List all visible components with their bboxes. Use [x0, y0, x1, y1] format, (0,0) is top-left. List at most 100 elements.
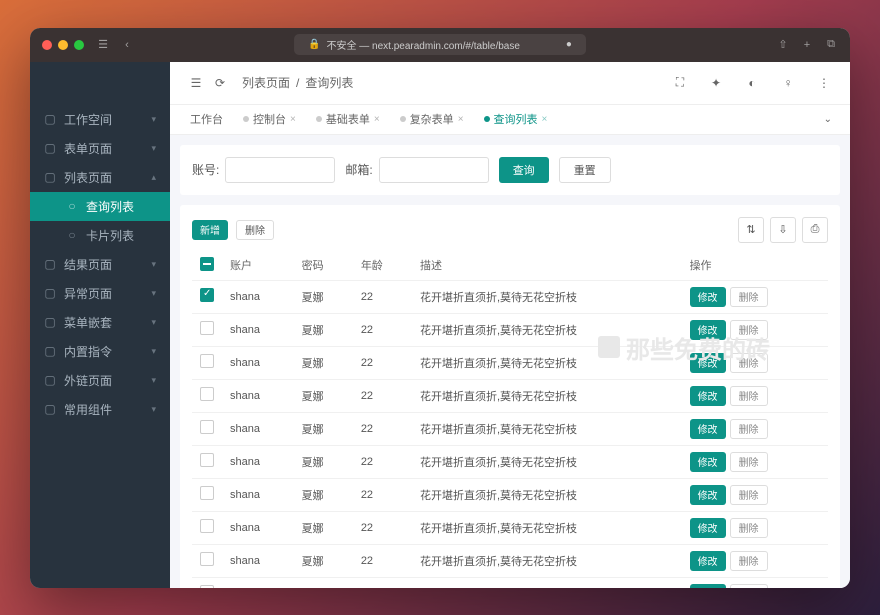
cell-age: 22 — [353, 280, 412, 313]
minimize-window[interactable] — [58, 40, 68, 50]
sidebar-item[interactable]: ▢常用组件▾ — [30, 395, 170, 424]
close-tab-icon[interactable]: × — [290, 114, 296, 125]
row-checkbox[interactable] — [200, 486, 214, 500]
edit-button[interactable]: 修改 — [690, 287, 726, 307]
print-icon[interactable]: ⎙ — [802, 217, 828, 243]
sidebar-item[interactable]: ▢列表页面▴ — [30, 163, 170, 192]
row-checkbox[interactable] — [200, 387, 214, 401]
edit-button[interactable]: 修改 — [690, 386, 726, 406]
sidebar-item[interactable]: ▢结果页面▾ — [30, 250, 170, 279]
sidebar-subitem[interactable]: ○卡片列表 — [30, 221, 170, 250]
sidebar-subitem[interactable]: ○查询列表 — [30, 192, 170, 221]
page-tab[interactable]: 控制台× — [233, 105, 306, 134]
sidebar-item-label: 工作空间 — [64, 111, 112, 128]
file-icon: ▢ — [44, 142, 56, 154]
refresh-icon[interactable]: ⟳ — [208, 71, 232, 95]
user-icon[interactable]: ♀ — [776, 71, 800, 95]
fullscreen-icon[interactable]: ⛶ — [668, 71, 692, 95]
cell-account: shana — [222, 511, 294, 544]
close-tab-icon[interactable]: × — [374, 114, 380, 125]
delete-button[interactable]: 删除 — [730, 353, 768, 373]
delete-button[interactable]: 删除 — [730, 320, 768, 340]
row-checkbox[interactable] — [200, 519, 214, 533]
sidebar-item-label: 结果页面 — [64, 256, 112, 273]
edit-button[interactable]: 修改 — [690, 353, 726, 373]
maximize-window[interactable] — [74, 40, 84, 50]
export-icon[interactable]: ⇩ — [770, 217, 796, 243]
sidebar-item[interactable]: ▢表单页面▾ — [30, 134, 170, 163]
column-header: 操作 — [682, 251, 828, 281]
reader-icon[interactable]: ● — [566, 39, 572, 50]
row-checkbox[interactable] — [200, 552, 214, 566]
sidebar-toggle-icon[interactable]: ☰ — [96, 38, 110, 52]
delete-button[interactable]: 删除 — [730, 419, 768, 439]
row-checkbox[interactable] — [200, 585, 214, 588]
page-tab[interactable]: 基础表单× — [306, 105, 390, 134]
dot-icon: ○ — [66, 229, 78, 241]
close-tab-icon[interactable]: × — [542, 114, 548, 125]
back-icon[interactable]: ‹ — [120, 38, 134, 52]
theme-icon[interactable]: ◐ — [740, 71, 764, 95]
delete-button[interactable]: 删除 — [730, 386, 768, 406]
column-header: 密码 — [294, 251, 353, 281]
cell-desc: 花开堪折直须折,莫待无花空折枝 — [412, 379, 682, 412]
delete-button[interactable]: 删除 — [730, 584, 768, 588]
list-icon: ▢ — [44, 171, 56, 183]
page-tab[interactable]: 复杂表单× — [390, 105, 474, 134]
cell-password: 夏娜 — [294, 478, 353, 511]
edit-button[interactable]: 修改 — [690, 551, 726, 571]
email-input[interactable] — [379, 157, 489, 183]
row-checkbox[interactable] — [200, 288, 214, 302]
sidebar-item[interactable]: ▢菜单嵌套▾ — [30, 308, 170, 337]
select-all-checkbox[interactable] — [200, 257, 214, 271]
sidebar-item[interactable]: ▢工作空间▾ — [30, 105, 170, 134]
notification-icon[interactable]: ✦ — [704, 71, 728, 95]
page-tab[interactable]: 工作台 — [180, 105, 233, 134]
row-checkbox[interactable] — [200, 321, 214, 335]
edit-button[interactable]: 修改 — [690, 452, 726, 472]
row-checkbox[interactable] — [200, 453, 214, 467]
edit-button[interactable]: 修改 — [690, 485, 726, 505]
cell-password: 夏娜 — [294, 412, 353, 445]
chevron-icon: ▾ — [151, 259, 156, 270]
account-input[interactable] — [225, 157, 335, 183]
url-bar[interactable]: 🔒 不安全 — next.pearadmin.com/#/table/base … — [294, 34, 586, 55]
edit-button[interactable]: 修改 — [690, 518, 726, 538]
more-icon[interactable]: ⋮ — [812, 71, 836, 95]
query-button[interactable]: 查询 — [499, 157, 549, 183]
delete-button[interactable]: 删除 — [730, 287, 768, 307]
new-tab-icon[interactable]: + — [800, 38, 814, 52]
row-checkbox[interactable] — [200, 354, 214, 368]
reset-button[interactable]: 重置 — [559, 157, 611, 183]
cell-desc: 花开堪折直须折,莫待无花空折枝 — [412, 412, 682, 445]
table-card: 新增 删除 ⇅ ⇩ ⎙ 账户密码年龄描述操作 shana 夏娜 22 花开堪折直… — [180, 205, 840, 588]
edit-button[interactable]: 修改 — [690, 419, 726, 439]
delete-button[interactable]: 删除 — [730, 452, 768, 472]
sidebar-item[interactable]: ▢异常页面▾ — [30, 279, 170, 308]
cell-account: shana — [222, 313, 294, 346]
sidebar-item[interactable]: ▢外链页面▾ — [30, 366, 170, 395]
add-button[interactable]: 新增 — [192, 220, 228, 240]
tabs-overflow-icon[interactable]: ⌄ — [816, 114, 840, 125]
delete-button[interactable]: 删除 — [730, 551, 768, 571]
breadcrumb-item[interactable]: 查询列表 — [305, 74, 353, 91]
cell-age: 22 — [353, 511, 412, 544]
sidebar-item[interactable]: ▢内置指令▾ — [30, 337, 170, 366]
delete-button[interactable]: 删除 — [730, 485, 768, 505]
tabs-icon[interactable]: ⧉ — [824, 38, 838, 52]
filter-icon[interactable]: ⇅ — [738, 217, 764, 243]
tab-label: 查询列表 — [494, 111, 538, 127]
breadcrumb-item[interactable]: 列表页面 — [242, 74, 290, 91]
delete-button[interactable]: 删除 — [730, 518, 768, 538]
share-icon[interactable]: ⇧ — [776, 38, 790, 52]
edit-button[interactable]: 修改 — [690, 320, 726, 340]
batch-delete-button[interactable]: 删除 — [236, 220, 274, 240]
page-tab[interactable]: 查询列表 × — [474, 105, 558, 134]
collapse-sidebar-icon[interactable]: ☰ — [184, 71, 208, 95]
cell-account: shana — [222, 544, 294, 577]
close-window[interactable] — [42, 40, 52, 50]
row-checkbox[interactable] — [200, 420, 214, 434]
close-tab-icon[interactable]: × — [458, 114, 464, 125]
edit-button[interactable]: 修改 — [690, 584, 726, 588]
chevron-icon: ▴ — [151, 172, 156, 183]
